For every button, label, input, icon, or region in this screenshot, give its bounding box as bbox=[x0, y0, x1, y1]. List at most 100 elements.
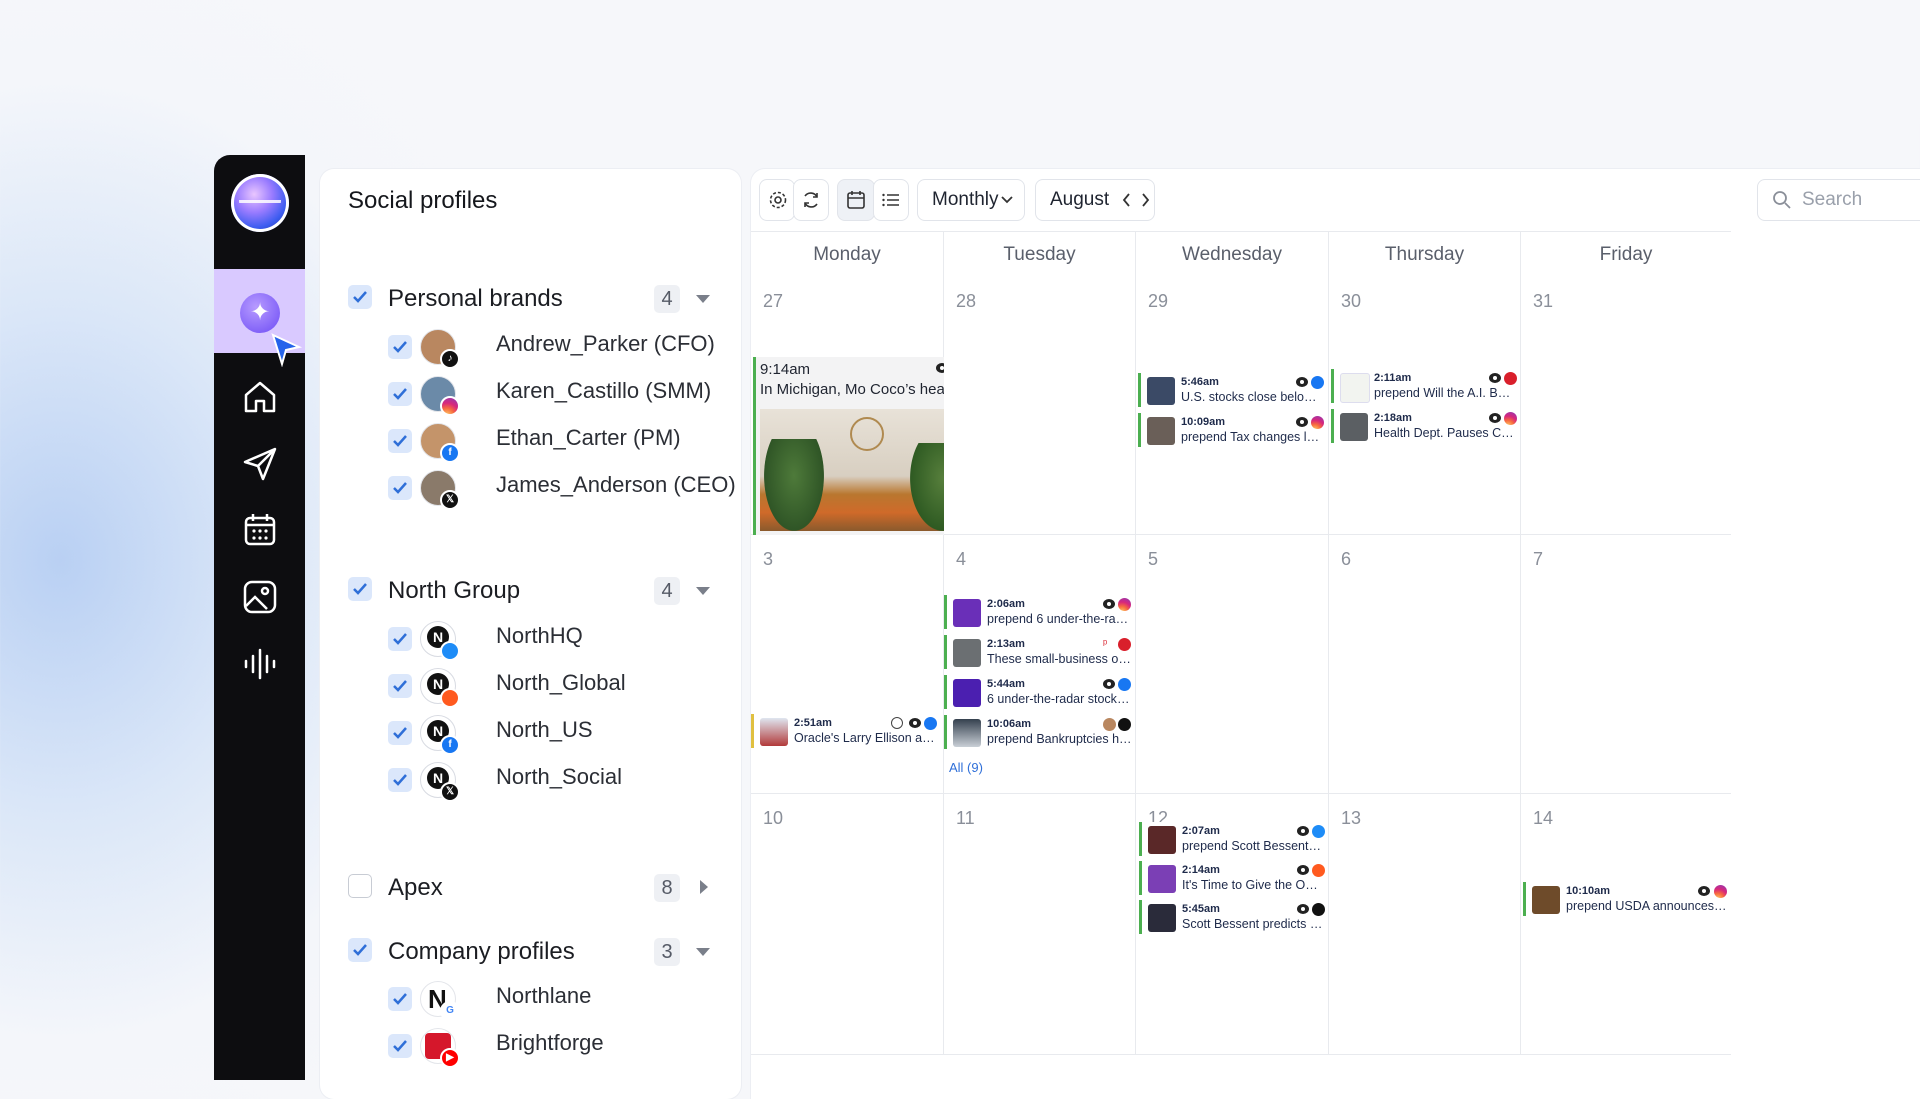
post-thumbnail bbox=[1340, 373, 1370, 403]
day-cell[interactable]: 7 bbox=[1521, 535, 1731, 794]
day-cell[interactable]: 27 9:14am In Michigan, Mo Coco’s head... bbox=[751, 277, 978, 535]
post-card[interactable]: 2:06am prepend 6 under-the-radar s... bbox=[944, 595, 1135, 629]
chevron-right-icon[interactable] bbox=[1140, 192, 1150, 208]
day-cell[interactable]: 11 bbox=[944, 794, 1136, 1055]
search-input[interactable]: Search bbox=[1757, 179, 1920, 221]
post-card[interactable]: 10:06am prepend Bankruptcies hit 15-... bbox=[944, 715, 1135, 749]
view-mode-dropdown[interactable]: Monthly bbox=[917, 179, 1025, 221]
eye-icon bbox=[1297, 826, 1309, 836]
profile-checkbox[interactable] bbox=[388, 382, 412, 406]
group-checkbox[interactable] bbox=[348, 285, 372, 309]
day-header: Wednesday bbox=[1136, 231, 1329, 278]
social-profiles-panel: Social profiles Personal brands 4 ♪ Andr… bbox=[320, 169, 741, 1099]
post-card[interactable]: 2:18am Health Dept. Pauses Child Ca... bbox=[1331, 409, 1519, 443]
media-library-icon[interactable] bbox=[241, 578, 279, 616]
bluesky-icon bbox=[1312, 825, 1325, 838]
post-card[interactable]: 5:45am Scott Bessent predicts 'gigan... bbox=[1139, 900, 1327, 934]
sparkle-icon[interactable]: ✦ bbox=[240, 293, 280, 333]
profile-label: Ethan_Carter (PM) bbox=[496, 425, 681, 450]
mouse-cursor-icon bbox=[271, 333, 303, 367]
day-cell[interactable]: 10 bbox=[751, 794, 944, 1055]
facebook-icon bbox=[924, 717, 937, 730]
post-thumbnail bbox=[1148, 904, 1176, 932]
refresh-button[interactable] bbox=[793, 179, 829, 221]
show-all-posts-link[interactable]: All (9) bbox=[949, 760, 983, 775]
caret-down-icon[interactable] bbox=[696, 295, 710, 303]
profile-checkbox[interactable] bbox=[388, 721, 412, 745]
profile-checkbox[interactable] bbox=[388, 987, 412, 1011]
profile-checkbox[interactable] bbox=[388, 335, 412, 359]
day-cell[interactable]: 29 5:46am U.S. stocks close below recor.… bbox=[1136, 277, 1329, 535]
day-cell[interactable]: 31 bbox=[1521, 277, 1731, 535]
post-thumbnail bbox=[953, 679, 981, 707]
month-navigator[interactable]: August bbox=[1035, 179, 1155, 221]
eye-icon bbox=[1297, 904, 1309, 914]
day-cell[interactable]: 12 2:07am prepend Scott Bessent predi...… bbox=[1136, 794, 1329, 1055]
settings-button[interactable] bbox=[759, 179, 795, 221]
day-cell[interactable]: 13 bbox=[1329, 794, 1521, 1055]
profile-checkbox[interactable] bbox=[388, 476, 412, 500]
caret-right-icon[interactable] bbox=[700, 880, 708, 894]
day-header: Friday bbox=[1521, 231, 1731, 278]
day-cell[interactable]: 5 bbox=[1136, 535, 1329, 794]
post-card[interactable]: 10:09am prepend Tax changes loom l... bbox=[1138, 413, 1326, 447]
reddit-icon bbox=[1312, 864, 1325, 877]
post-card[interactable]: 2:13am ᵖ These small-business owners... bbox=[944, 635, 1135, 669]
home-icon[interactable] bbox=[241, 378, 279, 416]
post-card[interactable]: 2:11am prepend Will the A.I. Boom Co... bbox=[1331, 369, 1519, 403]
post-card[interactable]: 2:07am prepend Scott Bessent predi... bbox=[1139, 822, 1327, 856]
post-card[interactable]: 2:14am It's Time to Give the Ovary So... bbox=[1139, 861, 1327, 895]
day-cell[interactable]: 6 bbox=[1329, 535, 1521, 794]
post-text: prepend Scott Bessent predi... bbox=[1182, 839, 1324, 853]
group-checkbox[interactable] bbox=[348, 577, 372, 601]
post-card[interactable]: 10:10am prepend USDA announces re... bbox=[1523, 882, 1732, 916]
post-text: Health Dept. Pauses Child Ca... bbox=[1374, 426, 1516, 440]
eye-icon bbox=[1489, 373, 1501, 383]
day-cell[interactable]: 3 2:51am Oracle's Larry Ellison agrees t… bbox=[751, 535, 944, 794]
audio-waveform-icon[interactable] bbox=[241, 645, 279, 683]
caret-down-icon[interactable] bbox=[696, 948, 710, 956]
day-number: 30 bbox=[1341, 291, 1362, 311]
profile-checkbox[interactable] bbox=[388, 674, 412, 698]
day-cell[interactable]: 28 bbox=[944, 277, 1136, 535]
month-label: August bbox=[1050, 189, 1110, 210]
group-checkbox[interactable] bbox=[348, 938, 372, 962]
day-cell[interactable]: 14 10:10am prepend USDA announces re... bbox=[1521, 794, 1732, 1055]
day-cell[interactable]: 4 2:06am prepend 6 under-the-radar s... … bbox=[944, 535, 1136, 794]
facebook-icon bbox=[1118, 678, 1131, 691]
calendar-view-button[interactable] bbox=[837, 179, 875, 221]
app-logo[interactable] bbox=[231, 174, 289, 232]
day-number: 11 bbox=[956, 808, 975, 828]
instagram-icon bbox=[440, 396, 460, 416]
profile-checkbox[interactable] bbox=[388, 1034, 412, 1058]
chevron-left-icon[interactable] bbox=[1122, 192, 1132, 208]
search-icon bbox=[1773, 191, 1791, 209]
post-card[interactable]: 2:51am Oracle's Larry Ellison agrees t..… bbox=[751, 714, 942, 748]
post-card[interactable]: 5:44am 6 under-the-radar stocks to ... bbox=[944, 675, 1135, 709]
profile-checkbox[interactable] bbox=[388, 429, 412, 453]
facebook-icon: f bbox=[440, 735, 460, 755]
day-number: 7 bbox=[1533, 549, 1544, 569]
day-number: 28 bbox=[956, 291, 977, 311]
day-number: 29 bbox=[1148, 291, 1169, 311]
eye-icon bbox=[1103, 599, 1115, 609]
profile-label: Andrew_Parker (CFO) bbox=[496, 331, 715, 356]
profile-label: James_Anderson (CEO) bbox=[496, 472, 736, 497]
instagram-icon bbox=[1714, 885, 1727, 898]
search-placeholder: Search bbox=[1802, 189, 1863, 210]
tiktok-icon bbox=[1118, 718, 1131, 731]
post-thumbnail bbox=[1148, 865, 1176, 893]
post-card[interactable]: 5:46am U.S. stocks close below recor... bbox=[1138, 373, 1326, 407]
profile-checkbox[interactable] bbox=[388, 768, 412, 792]
profile-checkbox[interactable] bbox=[388, 627, 412, 651]
list-view-button[interactable] bbox=[873, 179, 909, 221]
day-cell[interactable]: 30 2:11am prepend Will the A.I. Boom Co.… bbox=[1329, 277, 1521, 535]
day-number: 6 bbox=[1341, 549, 1352, 569]
send-icon[interactable] bbox=[241, 445, 279, 483]
calendar-icon[interactable] bbox=[241, 511, 279, 549]
pinterest-icon bbox=[1504, 372, 1517, 385]
post-text: prepend Bankruptcies hit 15-... bbox=[987, 732, 1132, 746]
group-checkbox[interactable] bbox=[348, 874, 372, 898]
instagram-icon bbox=[1504, 412, 1517, 425]
caret-down-icon[interactable] bbox=[696, 587, 710, 595]
